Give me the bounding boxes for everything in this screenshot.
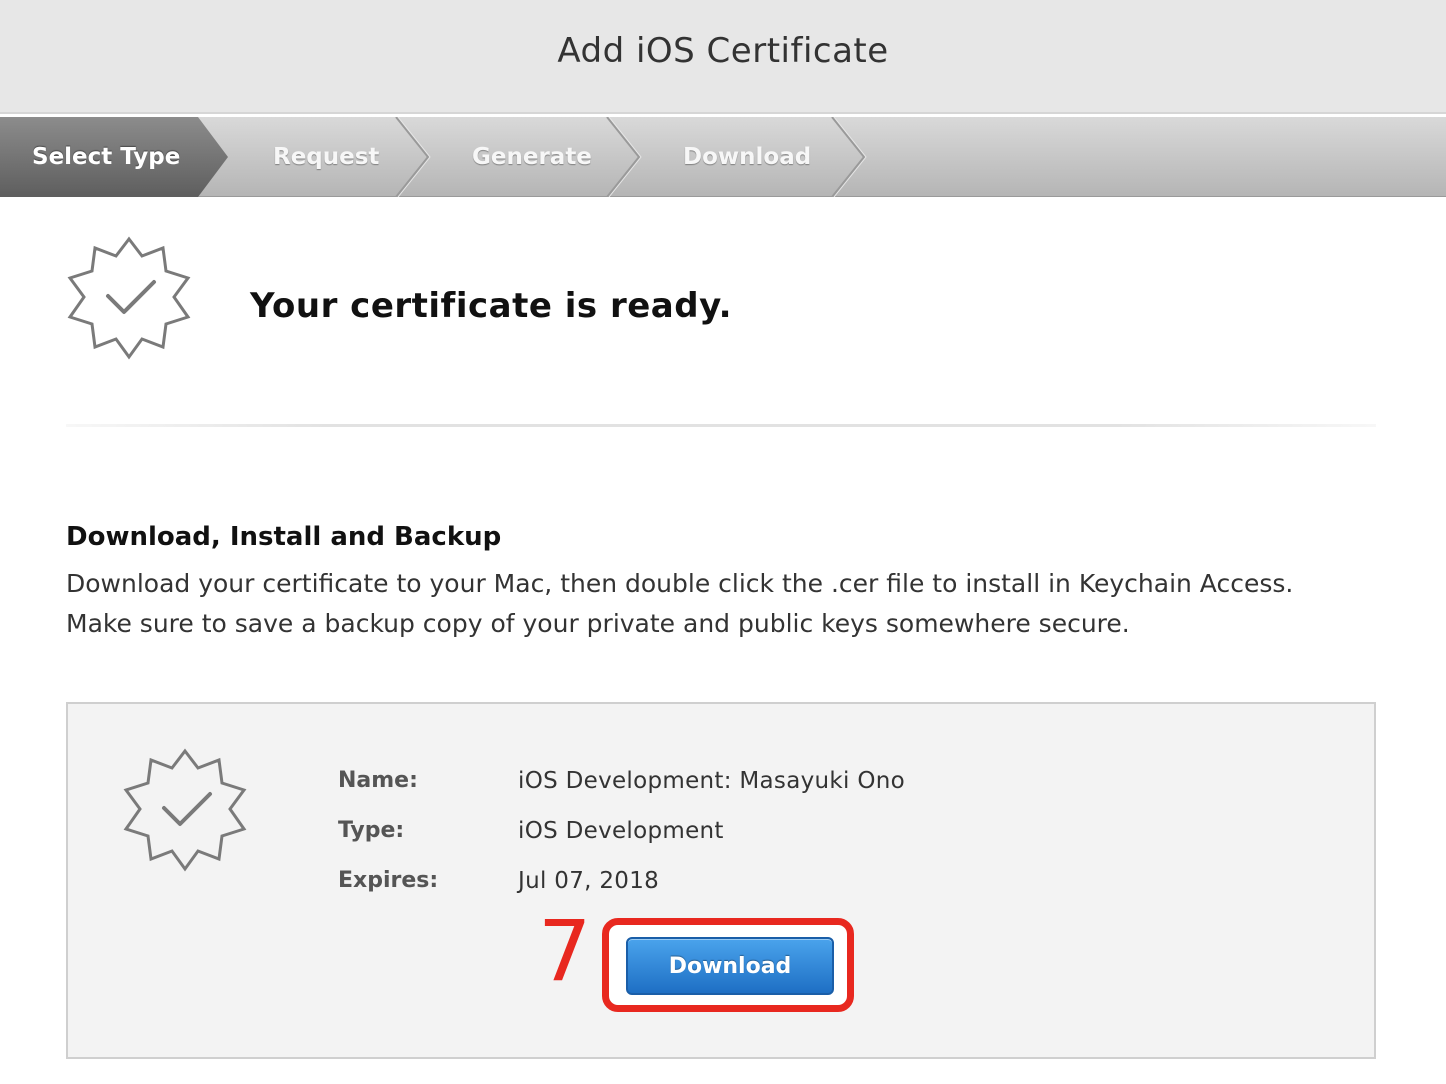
type-label: Type: (338, 818, 405, 843)
certificate-badge-icon (67, 236, 191, 360)
expires-label: Expires: (338, 868, 439, 893)
title-bar: Add iOS Certificate (0, 0, 1446, 114)
step-progress-bar: Select Type Request Generate Download (0, 117, 1446, 197)
instructions-body: Download your certificate to your Mac, t… (66, 569, 1294, 638)
expires-value: Jul 07, 2018 (518, 868, 660, 894)
step-select-type: Select Type (32, 144, 181, 170)
step-separator (395, 117, 430, 197)
step-separator-highlight (833, 117, 867, 197)
step-separator (606, 117, 641, 197)
name-value: iOS Development: Masayuki Ono (518, 768, 905, 794)
step-request: Request (273, 144, 380, 170)
name-label: Name: (338, 768, 418, 793)
ready-message: Your certificate is ready. (250, 286, 733, 326)
annotation-step-number: 7 (538, 902, 592, 1000)
page-title: Add iOS Certificate (557, 31, 889, 71)
step-separator (831, 117, 866, 197)
download-button[interactable]: Download (626, 937, 834, 995)
step-separator-highlight (397, 117, 431, 197)
step-download: Download (683, 144, 812, 170)
step-separator-highlight (608, 117, 642, 197)
type-value: iOS Development (518, 818, 724, 844)
section-divider (66, 424, 1376, 427)
certificate-badge-icon (123, 748, 247, 872)
instructions-heading: Download, Install and Backup (66, 522, 502, 552)
step-generate: Generate (472, 144, 592, 170)
